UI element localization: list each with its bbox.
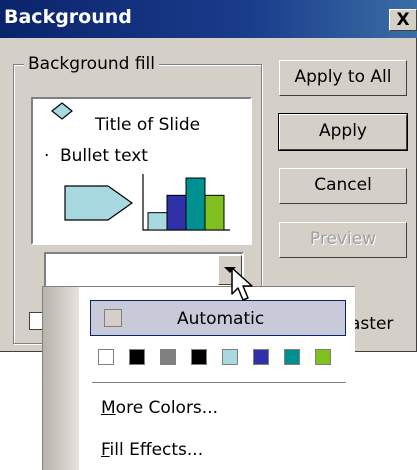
mouse-cursor-icon <box>231 267 253 301</box>
preview-bar-3 <box>204 194 225 231</box>
dialog-title: Background <box>4 6 132 28</box>
color-swatch-0[interactable] <box>98 349 114 365</box>
color-swatch-4[interactable] <box>222 349 238 365</box>
preview-bullet-text: Bullet text <box>60 146 148 166</box>
preview-title-text: Title of Slide <box>95 115 201 135</box>
arrow-shape-icon <box>64 185 134 221</box>
fill-effects-menu-item[interactable]: Fill Effects... <box>101 440 203 460</box>
more-colors-accel: M <box>101 398 116 418</box>
more-colors-label: ore Colors... <box>115 398 219 418</box>
automatic-label: Automatic <box>177 309 265 329</box>
apply-to-all-button[interactable]: Apply to All <box>279 60 407 96</box>
automatic-color-swatch <box>104 309 122 327</box>
menu-icon-strip <box>43 287 79 470</box>
more-colors-menu-item[interactable]: More Colors... <box>101 398 218 418</box>
diamond-icon <box>51 102 73 120</box>
preview-bar-2 <box>185 177 206 231</box>
omit-master-label: aster <box>350 314 394 334</box>
preview-bar-1 <box>166 194 187 231</box>
menu-separator <box>92 382 346 383</box>
color-swatch-2[interactable] <box>160 349 176 365</box>
fill-effects-label: ill Effects... <box>109 440 204 460</box>
fill-effects-accel: F <box>101 440 110 460</box>
apply-button[interactable]: Apply <box>278 113 408 151</box>
bullet-glyph: · <box>44 146 50 166</box>
preview-button[interactable]: Preview <box>279 222 407 258</box>
preview-bar-0 <box>147 212 168 231</box>
color-swatch-3[interactable] <box>191 349 207 365</box>
preview-bar-chart <box>142 174 230 231</box>
color-swatch-5[interactable] <box>253 349 269 365</box>
cancel-button[interactable]: Cancel <box>279 168 407 204</box>
color-swatch-6[interactable] <box>284 349 300 365</box>
fill-color-combobox[interactable] <box>44 252 244 288</box>
group-label: Background fill <box>24 54 159 74</box>
color-swatch-1[interactable] <box>129 349 145 365</box>
color-swatch-7[interactable] <box>315 349 331 365</box>
close-button[interactable]: X <box>389 9 417 31</box>
